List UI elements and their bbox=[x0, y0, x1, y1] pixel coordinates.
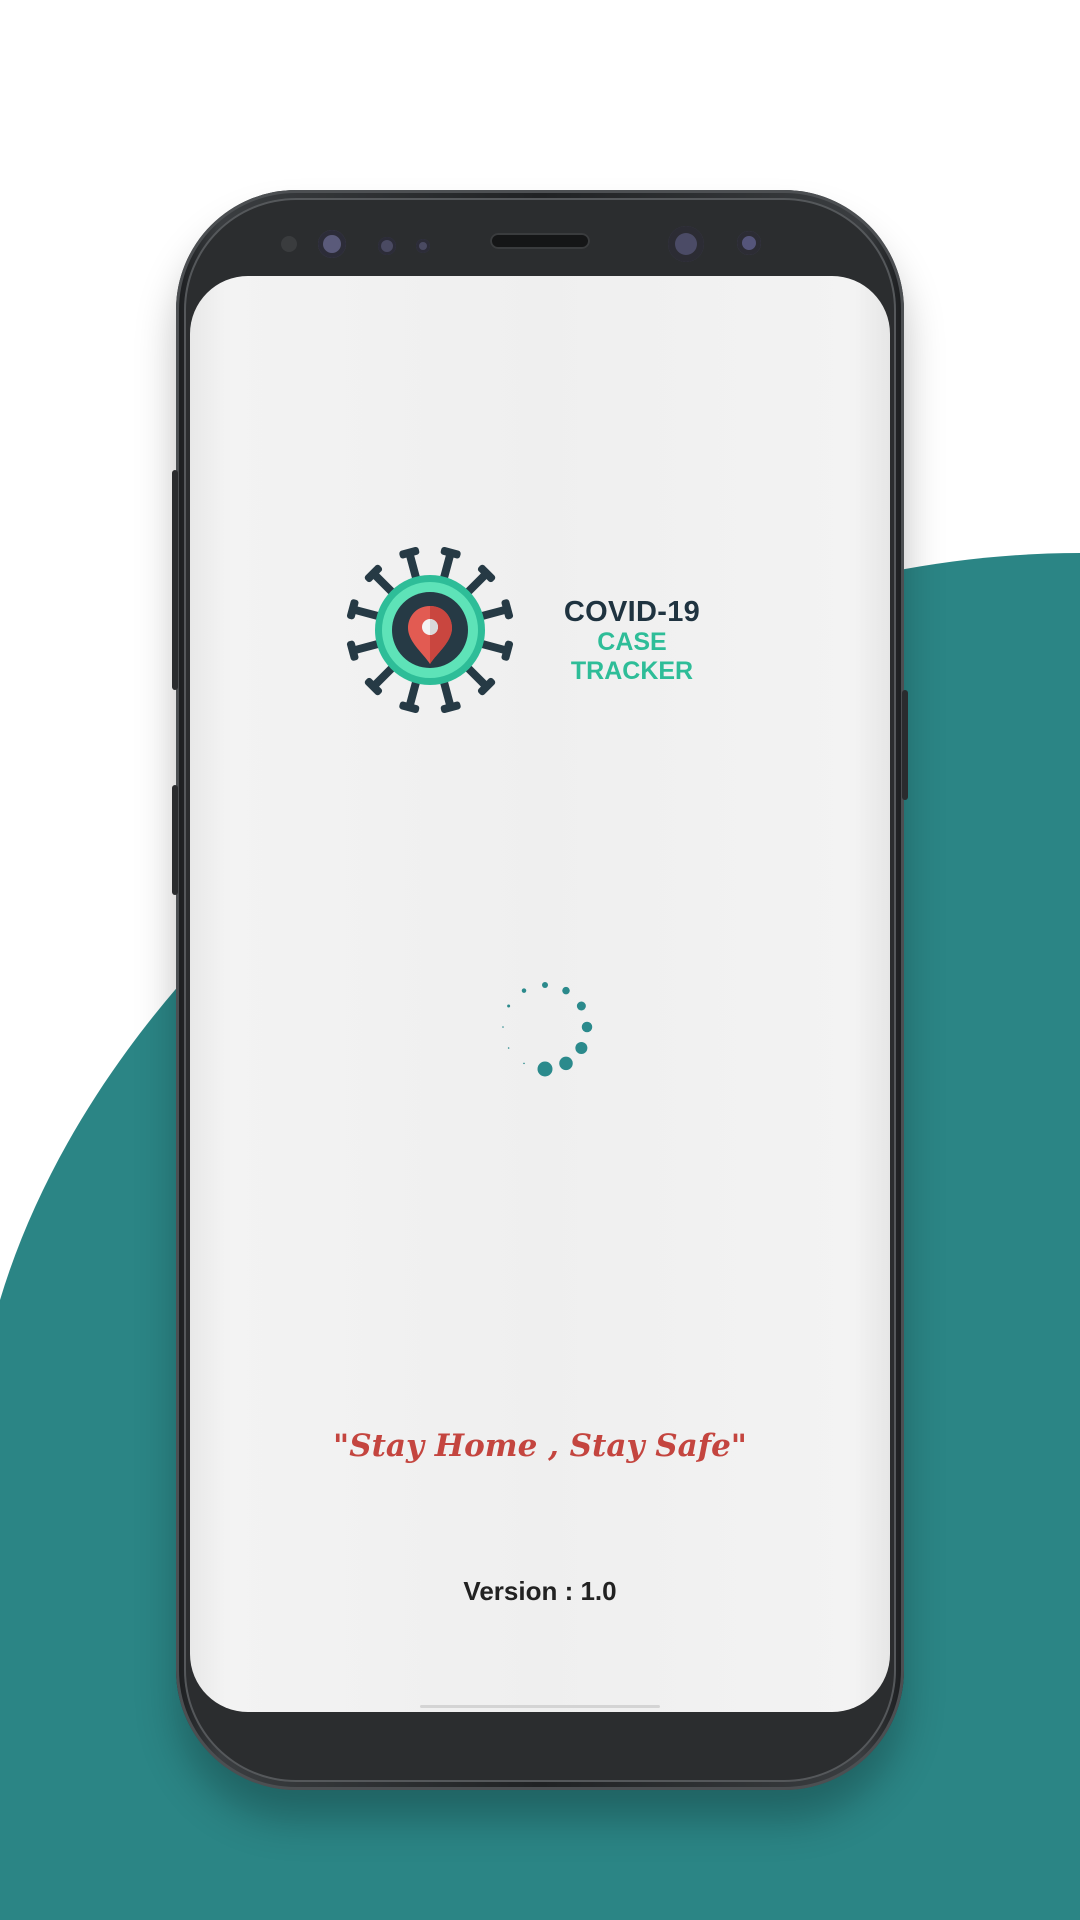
app-title: COVID-19 bbox=[563, 596, 701, 628]
sensor-icon bbox=[416, 239, 430, 253]
virus-spike bbox=[346, 640, 379, 661]
sensor-icon bbox=[281, 236, 297, 252]
phone-side-button bbox=[172, 470, 178, 690]
spinner-dot bbox=[576, 1001, 586, 1011]
virus-spike bbox=[399, 546, 420, 579]
spinner-dot bbox=[562, 986, 570, 995]
spinner-dot bbox=[559, 1056, 573, 1071]
virus-spike bbox=[440, 681, 461, 714]
spinner-dot bbox=[537, 1061, 553, 1077]
virus-spike bbox=[481, 599, 514, 620]
virus-spike bbox=[481, 640, 514, 661]
spinner-dot bbox=[575, 1042, 588, 1054]
spinner-dot bbox=[521, 988, 527, 993]
virus-spike bbox=[346, 599, 379, 620]
tagline: "Stay Home , Stay Safe" bbox=[333, 1428, 747, 1464]
virus-location-pin-icon bbox=[346, 546, 514, 714]
earpiece-speaker bbox=[490, 233, 590, 249]
spinner-icon bbox=[502, 982, 593, 1077]
version-label: Version : 1.0 bbox=[463, 1576, 617, 1606]
phone-side-button bbox=[172, 785, 178, 895]
iris-scanner-icon bbox=[668, 226, 704, 262]
front-camera-icon bbox=[318, 230, 346, 258]
sensor-icon bbox=[737, 231, 761, 255]
spinner-dot bbox=[507, 1047, 510, 1049]
spinner-dot bbox=[523, 1062, 525, 1065]
sensor-icon bbox=[378, 237, 396, 255]
spinner-dot bbox=[507, 1004, 511, 1008]
spinner-dot bbox=[542, 982, 548, 988]
phone-power-button bbox=[902, 690, 908, 800]
spinner-dot bbox=[502, 1026, 504, 1028]
virus-spike bbox=[399, 681, 420, 714]
spinner-dot bbox=[581, 1021, 593, 1033]
home-indicator bbox=[420, 1705, 660, 1708]
virus-spike bbox=[440, 546, 461, 579]
app-subtitle: CASE TRACKER bbox=[570, 628, 694, 685]
